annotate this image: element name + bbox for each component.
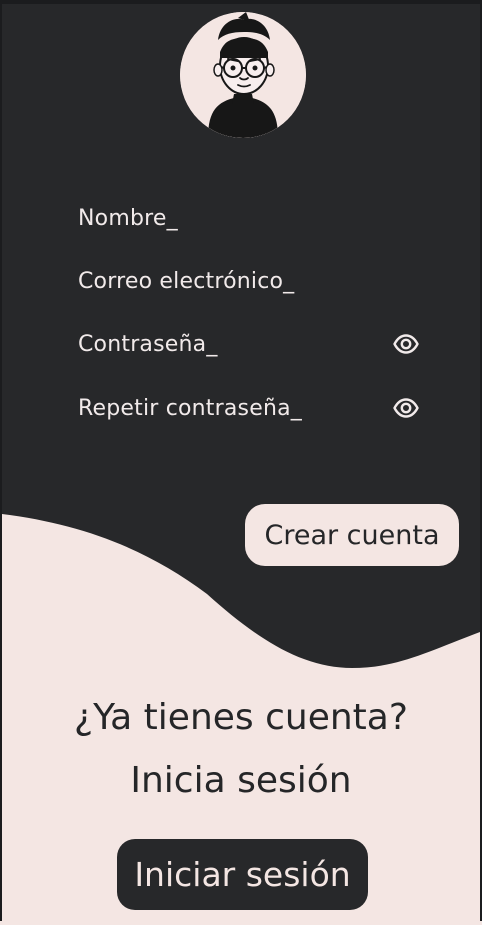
eye-icon[interactable] [392, 332, 420, 356]
email-field[interactable]: Correo electrónico_ [78, 261, 428, 301]
create-account-button[interactable]: Crear cuenta [245, 504, 459, 566]
avatar-icon [180, 12, 306, 138]
email-field-label: Correo electrónico_ [78, 268, 295, 294]
repeat-password-field[interactable]: Repetir contraseña_ [78, 388, 428, 428]
password-field[interactable]: Contraseña_ [78, 324, 428, 364]
name-field[interactable]: Nombre_ [78, 198, 428, 238]
eye-icon[interactable] [392, 396, 420, 420]
login-prompt: Inicia sesión [130, 760, 352, 801]
login-button[interactable]: Iniciar sesión [117, 839, 368, 910]
avatar [180, 12, 306, 138]
signup-screen: Nombre_ Correo electrónico_ Contraseña_ … [2, 4, 480, 921]
name-field-label: Nombre_ [78, 205, 178, 231]
password-field-label: Contraseña_ [78, 331, 218, 357]
login-question: ¿Ya tienes cuenta? [74, 697, 408, 738]
repeat-password-field-label: Repetir contraseña_ [78, 395, 302, 421]
bottom-edge [0, 921, 482, 925]
